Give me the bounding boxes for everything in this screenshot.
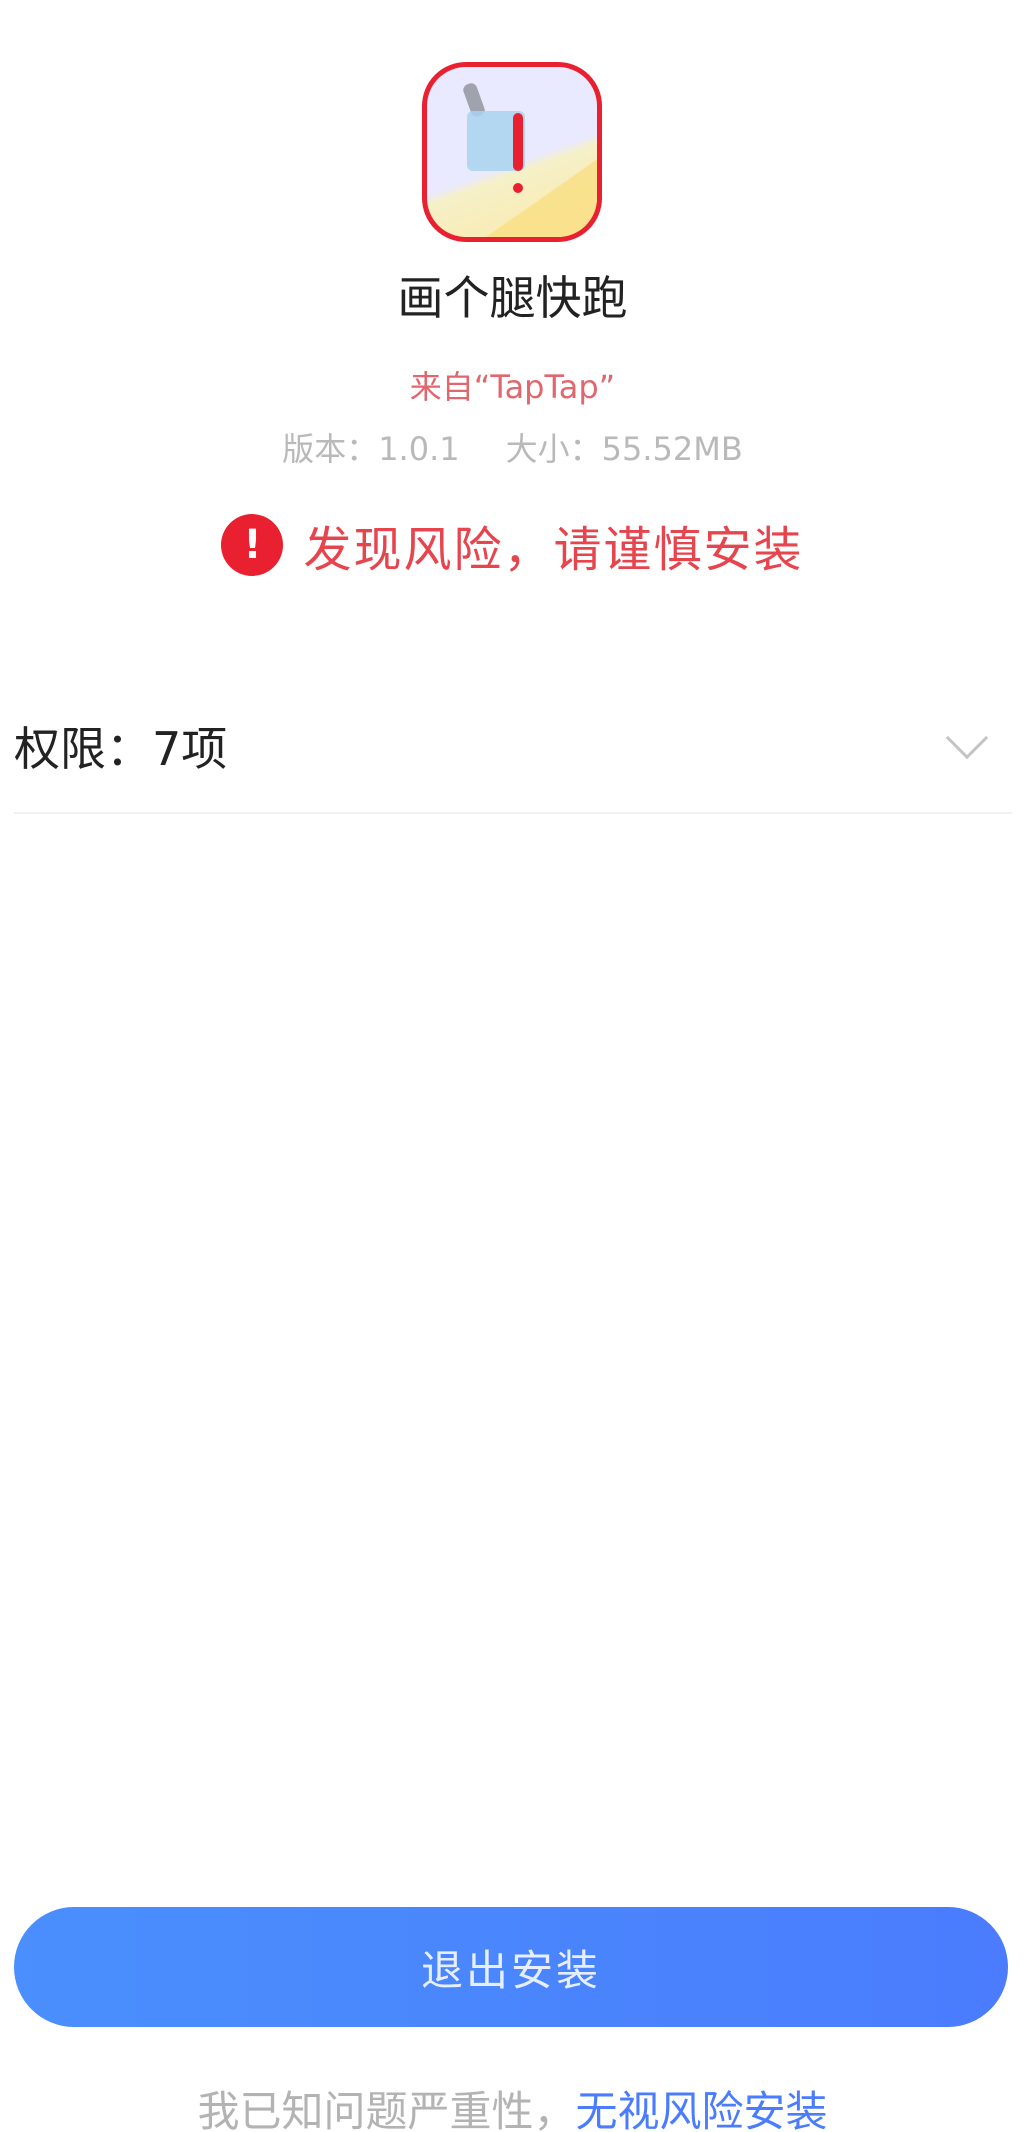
ignore-risk-prefix: 我已知问题严重性，: [197, 2087, 576, 2132]
app-meta: 版本：1.0.1 大小：55.52MB: [0, 424, 1025, 470]
exclamation-circle-icon: !: [221, 514, 284, 576]
app-size: 大小：55.52MB: [505, 430, 743, 468]
app-icon: [422, 62, 602, 242]
app-version: 版本：1.0.1: [282, 430, 460, 468]
app-name: 画个腿快跑: [397, 271, 628, 325]
risk-warning-text: 发现风险，请谨慎安装: [303, 522, 804, 578]
permissions-label: 权限：7项: [14, 722, 228, 776]
risk-warning: ! 发现风险，请谨慎安装: [0, 510, 1025, 580]
exit-install-button[interactable]: 退出安装: [14, 1907, 1008, 2027]
ignore-risk-install-link[interactable]: 无视风险安装: [576, 2087, 828, 2132]
chevron-down-icon[interactable]: [945, 716, 989, 760]
app-source: 来自“TapTap”: [409, 368, 616, 406]
ignore-risk-line: 我已知问题严重性，无视风险安装: [0, 2078, 1025, 2132]
permissions-row[interactable]: 权限：7项: [14, 680, 1012, 814]
warning-mark-icon: [513, 113, 523, 199]
install-risk-page: 画个腿快跑 来自“TapTap” 版本：1.0.1 大小：55.52MB ! 发现…: [0, 0, 1025, 2132]
